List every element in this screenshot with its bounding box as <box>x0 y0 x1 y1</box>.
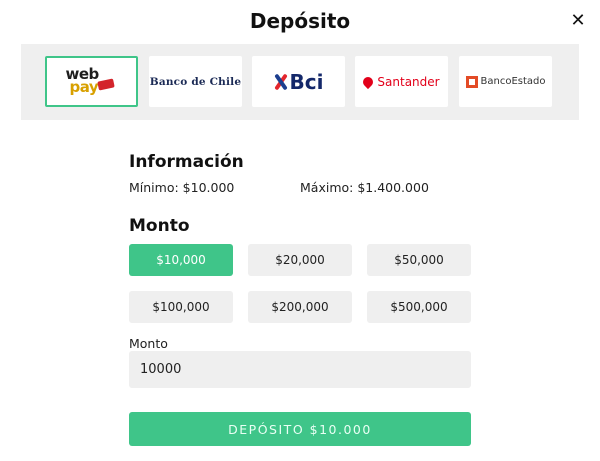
minimum-label: Mínimo: $10.000 <box>129 180 235 195</box>
bancoestado-logo: BancoEstado <box>465 75 546 88</box>
bci-logo: Bci <box>273 69 324 94</box>
bank-option-webpay[interactable]: web pay <box>45 56 138 107</box>
amount-input[interactable] <box>129 351 471 388</box>
bci-logo-text: Bci <box>289 69 324 94</box>
bank-option-bci[interactable]: Bci <box>252 56 345 107</box>
modal-title: Depósito <box>249 9 351 33</box>
bancoestado-logo-text: BancoEstado <box>480 76 546 87</box>
info-heading: Información <box>129 152 244 172</box>
banco-de-chile-logo: Banco de Chile <box>149 75 242 88</box>
amount-option-200000[interactable]: $200,000 <box>248 291 352 323</box>
amount-option-10000[interactable]: $10,000 <box>129 244 233 276</box>
santander-logo: Santander <box>361 74 440 89</box>
santander-flame-icon <box>361 74 376 89</box>
santander-logo-text: Santander <box>377 74 440 89</box>
bank-option-banco-de-chile[interactable]: Banco de Chile <box>149 56 242 107</box>
webpay-tag-icon <box>96 77 115 91</box>
webpay-logo-bottom: pay <box>69 77 99 96</box>
webpay-logo: web pay <box>64 65 120 99</box>
amount-heading: Monto <box>129 216 190 236</box>
bank-selector: web pay Banco de Chile Bci Santander Ban… <box>21 44 579 120</box>
bci-x-icon <box>273 72 288 91</box>
bancoestado-square-icon <box>465 75 478 88</box>
amount-option-50000[interactable]: $50,000 <box>367 244 471 276</box>
close-icon[interactable]: ✕ <box>568 10 588 31</box>
bank-option-bancoestado[interactable]: BancoEstado <box>459 56 552 107</box>
amount-option-500000[interactable]: $500,000 <box>367 291 471 323</box>
deposit-submit-button[interactable]: DEPÓSITO $10.000 <box>129 412 471 446</box>
amount-option-100000[interactable]: $100,000 <box>129 291 233 323</box>
bank-option-santander[interactable]: Santander <box>355 56 448 107</box>
amount-option-20000[interactable]: $20,000 <box>248 244 352 276</box>
maximum-label: Máximo: $1.400.000 <box>300 180 429 195</box>
amount-field-label: Monto <box>129 336 168 351</box>
